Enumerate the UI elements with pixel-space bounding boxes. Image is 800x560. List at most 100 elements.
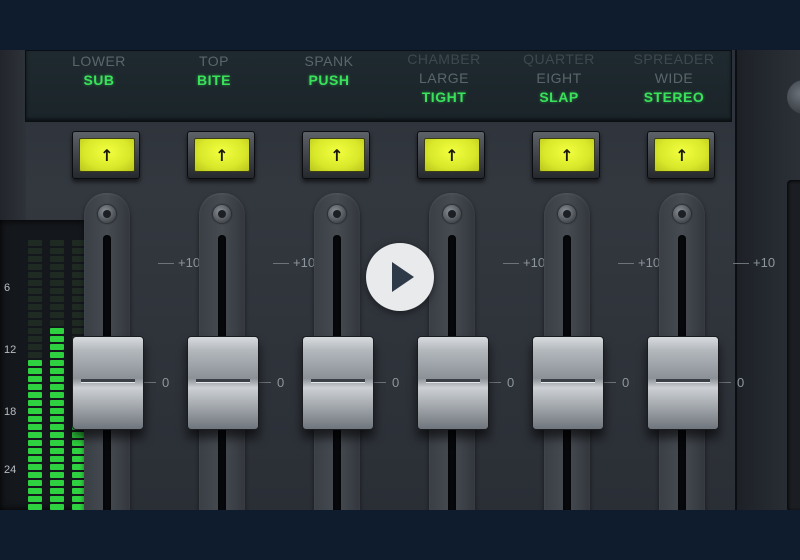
video-frame: LOWER SUB TOP BITE SPANK PUSH CHAMBER LARGE TIGH…	[0, 0, 800, 560]
meter-segment	[28, 472, 42, 478]
meter-segment	[28, 376, 42, 382]
meter-segment	[28, 400, 42, 406]
meter-segment	[28, 432, 42, 438]
channel-strip: ↑+100	[50, 125, 200, 510]
meter-segment	[28, 272, 42, 278]
arrow-up-icon[interactable]: ↑	[424, 138, 480, 172]
preset-selected[interactable]: STEREO	[619, 89, 729, 106]
meter-tick: 12	[4, 344, 17, 356]
preset-option[interactable]: SPREADER	[619, 51, 729, 68]
tick-mark	[374, 382, 386, 383]
knob-icon	[787, 80, 800, 114]
preset-option[interactable]: WIDE	[619, 70, 729, 87]
meter-segment	[28, 352, 42, 358]
meter-segment	[28, 448, 42, 454]
channel-button-bezel: ↑	[302, 131, 370, 179]
preset-selected[interactable]: BITE	[159, 72, 269, 89]
fader-cap[interactable]	[417, 335, 489, 430]
fader-cap[interactable]	[72, 335, 144, 430]
meter-segment	[28, 424, 42, 430]
tick-mark	[719, 382, 731, 383]
preset-option[interactable]: LARGE	[389, 70, 499, 87]
meter-segment	[28, 304, 42, 310]
fader-cap[interactable]	[302, 335, 374, 430]
screw-icon	[98, 205, 116, 223]
meter-segment	[28, 336, 42, 342]
meter-segment	[28, 496, 42, 502]
meter-segment	[28, 488, 42, 494]
meter-segment	[28, 480, 42, 486]
preset-selected[interactable]: PUSH	[274, 72, 384, 89]
channel-strip: ↑+100	[510, 125, 660, 510]
meter-segment	[28, 328, 42, 334]
meter-segment	[28, 264, 42, 270]
meter-segment	[28, 464, 42, 470]
channel-button-bezel: ↑	[532, 131, 600, 179]
channel-button-bezel: ↑	[647, 131, 715, 179]
arrow-up-icon[interactable]: ↑	[194, 138, 250, 172]
meter-segment	[28, 256, 42, 262]
preset-selected[interactable]: SUB	[44, 72, 154, 89]
preset-column: SPANK PUSH	[274, 51, 384, 89]
channel-strip: ↑+100	[280, 125, 430, 510]
arrow-up-icon[interactable]: ↑	[539, 138, 595, 172]
meter-tick: 18	[4, 406, 17, 418]
arrow-up-icon[interactable]: ↑	[654, 138, 710, 172]
preset-option[interactable]: QUARTER	[504, 51, 614, 68]
arrow-up-icon[interactable]: ↑	[79, 138, 135, 172]
channel-strip: ↑+100	[395, 125, 545, 510]
channel-button-bezel: ↑	[417, 131, 485, 179]
preset-column: LOWER SUB	[44, 51, 154, 89]
meter-segment	[28, 408, 42, 414]
channel-button-bezel: ↑	[187, 131, 255, 179]
screw-icon	[673, 205, 691, 223]
meter-segment	[28, 344, 42, 350]
preset-column: SPREADER WIDE STEREO	[619, 51, 729, 106]
preset-column: QUARTER EIGHT SLAP	[504, 51, 614, 106]
meter-segment	[28, 288, 42, 294]
side-slot	[787, 180, 800, 510]
preset-option[interactable]: CHAMBER	[389, 51, 499, 68]
meter-segment	[28, 504, 42, 510]
preset-option[interactable]: TOP	[159, 53, 269, 70]
tick-label-zero: 0	[737, 375, 745, 390]
channel-strip: ↑ +10 0	[625, 125, 775, 510]
meter-bar	[28, 240, 42, 510]
preset-option[interactable]: SPANK	[274, 53, 384, 70]
tick-mark	[144, 382, 156, 383]
meter-segment	[28, 456, 42, 462]
tick-mark	[733, 263, 749, 264]
meter-segment	[28, 392, 42, 398]
play-icon[interactable]	[366, 243, 434, 311]
meter-segment	[28, 368, 42, 374]
preset-option[interactable]: LOWER	[44, 53, 154, 70]
screw-icon	[328, 205, 346, 223]
preset-selected[interactable]: TIGHT	[389, 89, 499, 106]
channel-strip: ↑+100	[165, 125, 315, 510]
meter-segment	[28, 240, 42, 246]
tick-mark	[604, 382, 616, 383]
meter-tick: 6	[4, 282, 11, 294]
meter-segment	[28, 416, 42, 422]
preset-column: TOP BITE	[159, 51, 269, 89]
channel-button-bezel: ↑	[72, 131, 140, 179]
fader-cap[interactable]	[532, 335, 604, 430]
preset-label-strip: LOWER SUB TOP BITE SPANK PUSH CHAMBER LARGE TIGH…	[25, 50, 732, 122]
preset-option[interactable]: EIGHT	[504, 70, 614, 87]
meter-segment	[28, 248, 42, 254]
arrow-up-icon[interactable]: ↑	[309, 138, 365, 172]
meter-segment	[28, 296, 42, 302]
meter-segment	[28, 312, 42, 318]
fader-cap[interactable]	[187, 335, 259, 430]
meter-tick: 24	[4, 464, 17, 476]
tick-label-plus10: +10	[753, 255, 776, 270]
fader-cap[interactable]	[647, 335, 719, 430]
meter-segment	[28, 440, 42, 446]
screw-icon	[558, 205, 576, 223]
tick-mark	[489, 382, 501, 383]
meter-segment	[28, 384, 42, 390]
preset-selected[interactable]: SLAP	[504, 89, 614, 106]
right-device-edge	[735, 50, 800, 510]
screw-icon	[213, 205, 231, 223]
tick-mark	[259, 382, 271, 383]
